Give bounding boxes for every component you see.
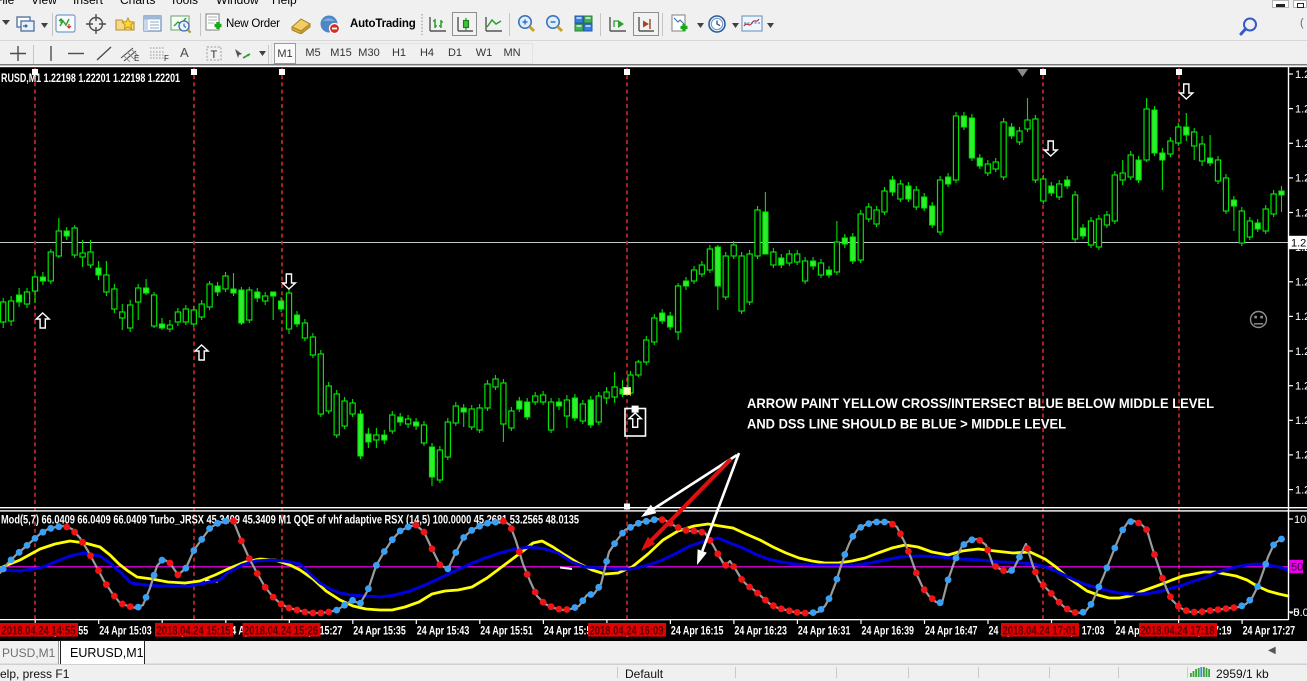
svg-text:2018.04.24 16:09: 2018.04.24 16:09	[590, 625, 664, 637]
svg-text:24 Apr 16:39: 24 Apr 16:39	[862, 624, 915, 638]
svg-text:1.22: 1.22	[1295, 381, 1307, 393]
svg-text:24 Apr 15:35: 24 Apr 15:35	[353, 624, 406, 638]
svg-text:24 Apr 16:15: 24 Apr 16:15	[671, 624, 724, 638]
svg-text:2018.04.24 17:01: 2018.04.24 17:01	[1003, 625, 1077, 637]
svg-text:Mod(5,7) 66.0409 66.0409 66.04: Mod(5,7) 66.0409 66.0409 66.0409 Turbo_J…	[1, 513, 579, 527]
svg-text:1.22: 1.22	[1295, 207, 1307, 219]
svg-text:2018.04.24 15:15: 2018.04.24 15:15	[157, 625, 231, 637]
svg-text:ARROW PAINT YELLOW CROSS/INTER: ARROW PAINT YELLOW CROSS/INTERSECT BLUE …	[747, 395, 1214, 411]
svg-text:1.22: 1.22	[1295, 311, 1307, 323]
svg-text:1.22: 1.22	[1295, 415, 1307, 427]
svg-text:24 Apr 15:51: 24 Apr 15:51	[480, 624, 533, 638]
svg-text:1.22: 1.22	[1295, 484, 1307, 496]
svg-text:1.22: 1.22	[1295, 69, 1307, 81]
svg-text:24 Apr 16:23: 24 Apr 16:23	[734, 624, 787, 638]
svg-text:1.22: 1.22	[1295, 103, 1307, 115]
svg-text:2018.04.24 14:55: 2018.04.24 14:55	[2, 625, 76, 637]
svg-text:24 Apr 15:43: 24 Apr 15:43	[417, 624, 470, 638]
svg-text:AND DSS LINE SHOULD BE BLUE >: AND DSS LINE SHOULD BE BLUE > MIDDLE LEV…	[747, 416, 1066, 432]
svg-text:1.22: 1.22	[1295, 277, 1307, 289]
svg-text:1.22: 1.22	[1291, 237, 1307, 249]
svg-text:50: 50	[1291, 561, 1303, 573]
svg-text:1.22: 1.22	[1295, 346, 1307, 358]
svg-text:0.00: 0.00	[1294, 607, 1307, 619]
svg-text:24 Apr 16:47: 24 Apr 16:47	[925, 624, 978, 638]
svg-text:105: 105	[1294, 514, 1307, 526]
svg-text:2018.04.24 17:18: 2018.04.24 17:18	[1141, 625, 1215, 637]
svg-text:1.22: 1.22	[1295, 138, 1307, 150]
svg-text:RUSD,M1 1.22198 1.22201 1.221: RUSD,M1 1.22198 1.22201 1.22198 1.22201	[1, 71, 180, 85]
svg-text:1.22: 1.22	[1295, 450, 1307, 462]
svg-text:24 Apr 15:03: 24 Apr 15:03	[99, 624, 152, 638]
svg-text:24 Apr 17:27: 24 Apr 17:27	[1243, 624, 1296, 638]
svg-text:1.22: 1.22	[1295, 173, 1307, 185]
svg-text:2018.04.24 15:26: 2018.04.24 15:26	[244, 625, 318, 637]
svg-text:24 Apr 16:31: 24 Apr 16:31	[798, 624, 851, 638]
